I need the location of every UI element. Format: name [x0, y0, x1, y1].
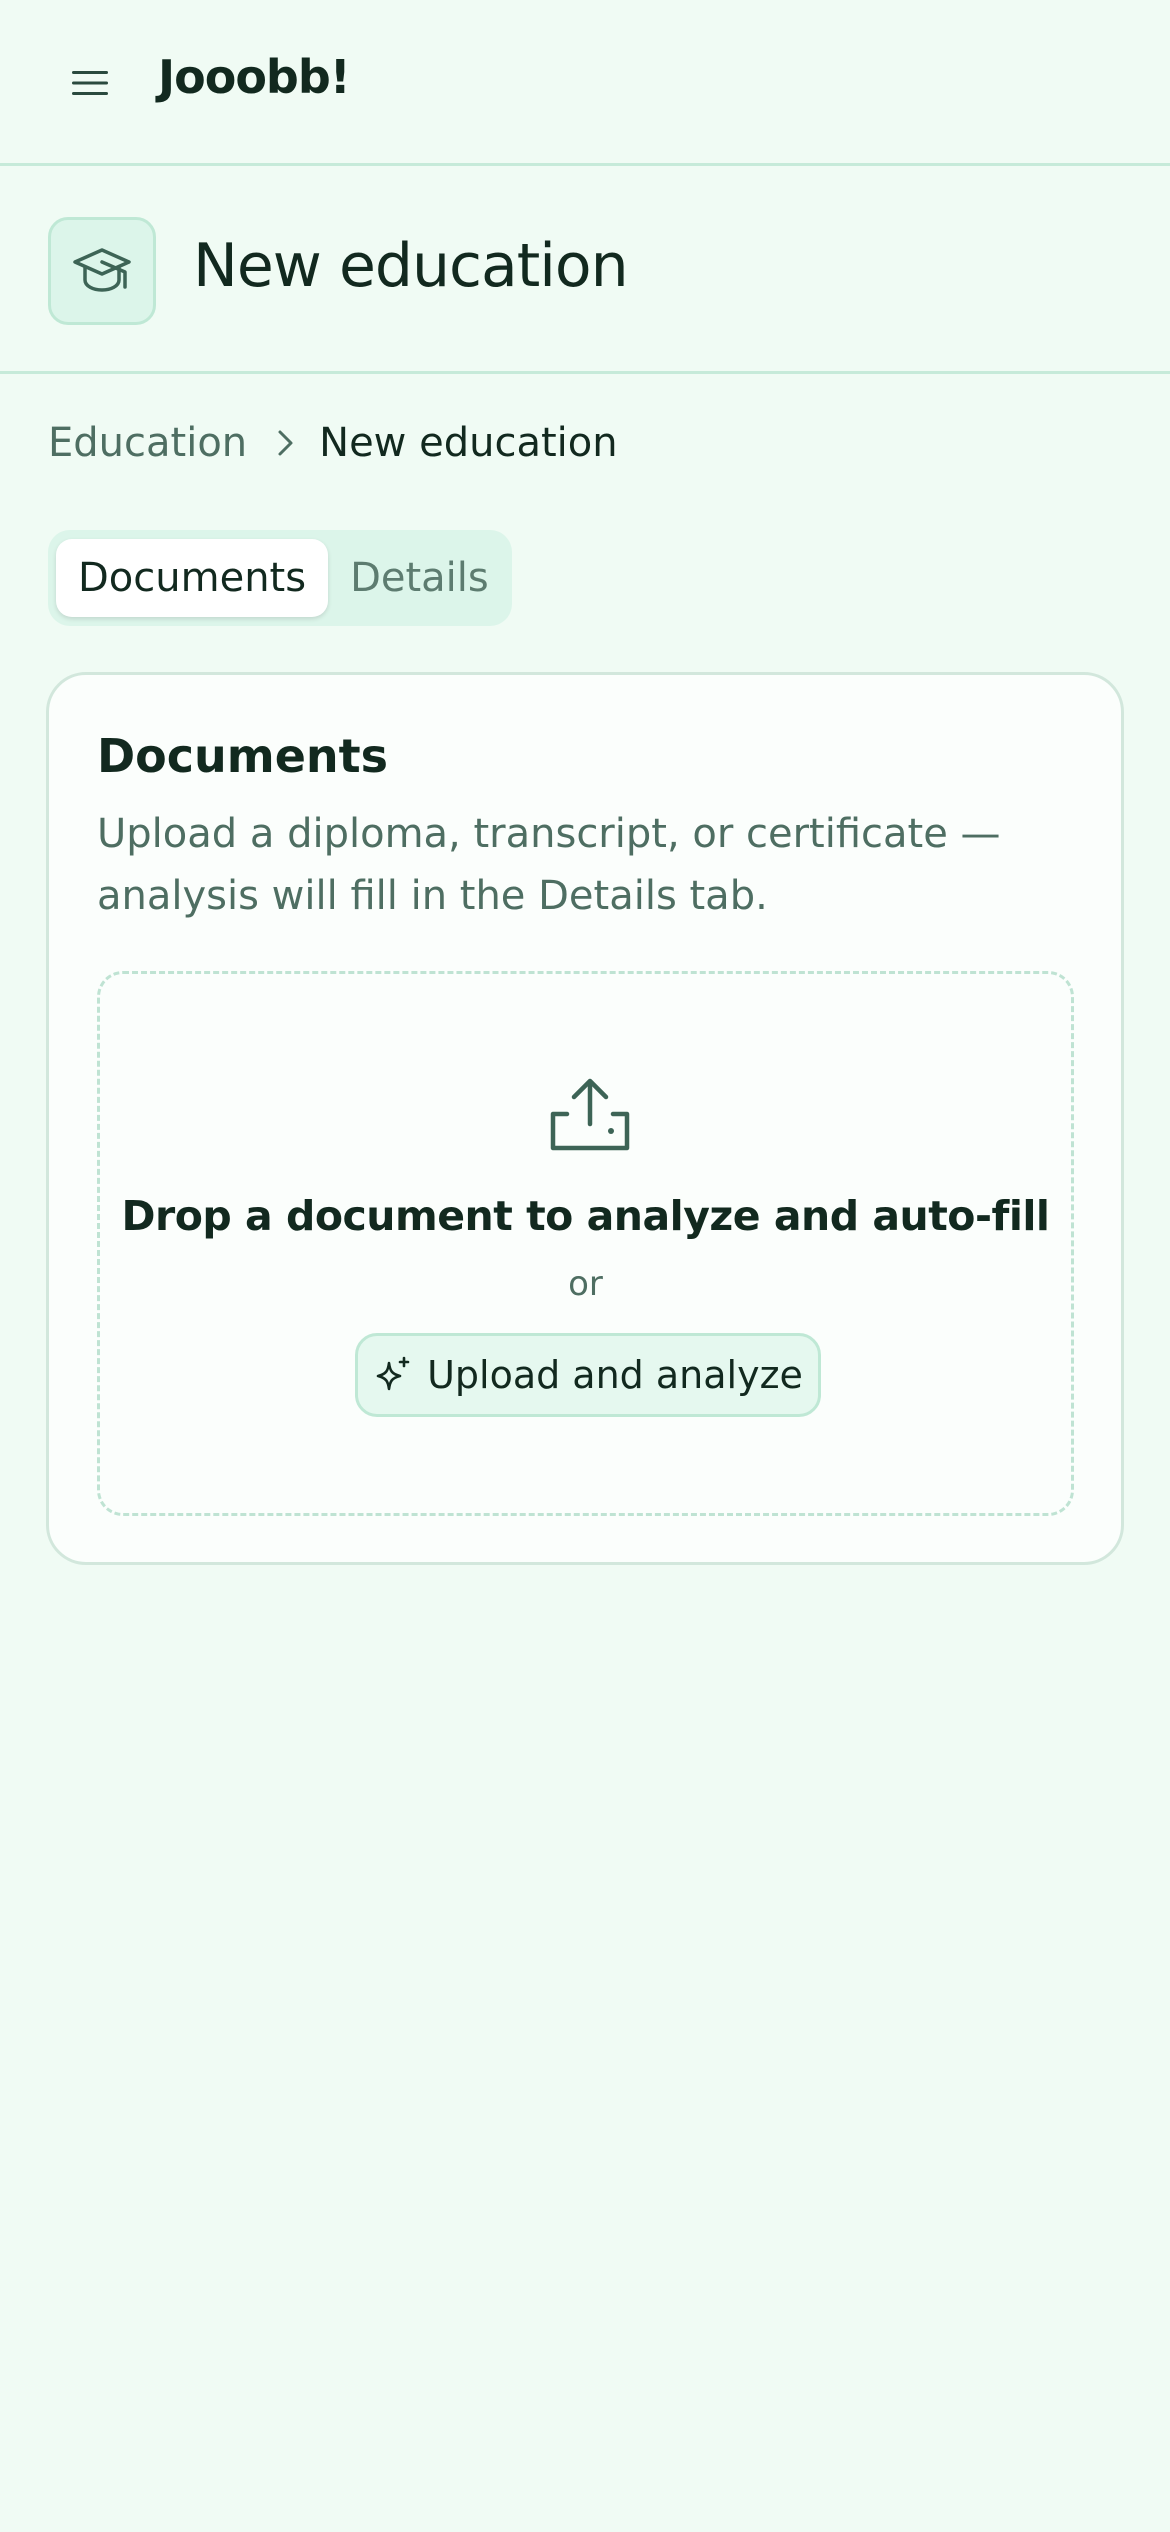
top-app-bar: Jooobb! — [0, 0, 1170, 166]
card-description: Upload a diploma, transcript, or certifi… — [97, 811, 1001, 919]
page-header: New education — [0, 169, 1170, 374]
graduation-cap-icon — [73, 248, 131, 292]
documents-card: Documents Upload a diploma, transcript, … — [46, 672, 1124, 1565]
breadcrumb-current: New education — [319, 420, 618, 466]
upload-button-label: Upload and analyze — [427, 1353, 803, 1397]
tab-documents[interactable]: Documents — [56, 539, 329, 617]
dropzone-or-text: or — [568, 1264, 603, 1304]
document-dropzone[interactable]: Drop a document to analyze and auto-fill… — [97, 971, 1074, 1516]
sparkle-icon — [373, 1355, 413, 1395]
card-title: Documents — [97, 729, 389, 783]
app-logo-text[interactable]: Jooobb! — [158, 50, 351, 104]
upload-and-analyze-button[interactable]: Upload and analyze — [355, 1333, 821, 1417]
hamburger-menu-icon — [72, 71, 108, 95]
page-title: New education — [193, 231, 629, 301]
upload-icon — [550, 1078, 630, 1151]
tab-list: Documents Details — [48, 530, 512, 626]
tab-details[interactable]: Details — [328, 539, 511, 617]
breadcrumb-link-education[interactable]: Education — [48, 420, 247, 466]
page-header-icon-tile — [48, 217, 156, 325]
chevron-right-icon — [275, 426, 297, 460]
dropzone-title: Drop a document to analyze and auto-fill — [121, 1192, 1051, 1240]
breadcrumb: Education New education — [48, 420, 618, 466]
menu-button[interactable] — [50, 43, 130, 123]
